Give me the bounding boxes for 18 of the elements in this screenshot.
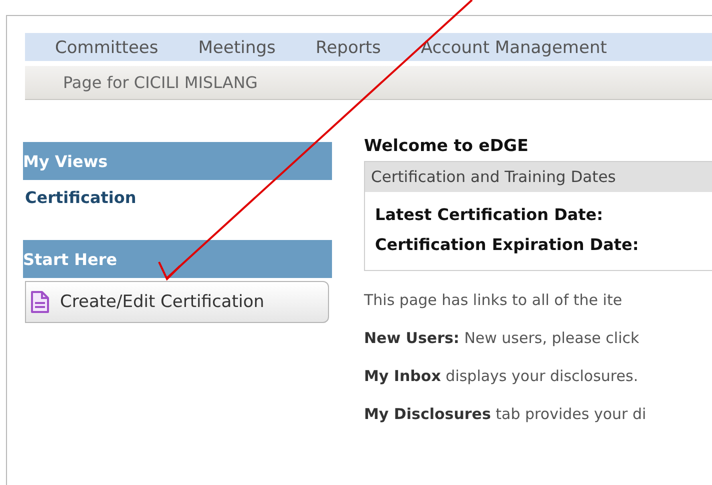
section-title: Start Here <box>23 250 118 268</box>
date-label: Latest Certification Date: <box>375 204 604 226</box>
info-text: New Users: New users, please click <box>364 329 640 347</box>
document-icon <box>30 290 50 314</box>
info-text: My Disclosures tab provides your di <box>364 405 648 423</box>
welcome-heading: Welcome to eDGE <box>364 136 530 155</box>
info-text: This page has links to all of the ite <box>364 291 624 309</box>
date-label: Certification Expiration Date: <box>375 234 640 256</box>
section-title: My Views <box>23 152 108 170</box>
info-text: My Inbox displays your disclosures. <box>364 367 640 385</box>
nav-link[interactable]: Reports <box>316 35 381 61</box>
nav-link[interactable]: Committees <box>55 35 158 61</box>
nav-link[interactable]: Account Management <box>420 35 607 61</box>
sidebar-link[interactable]: Certification <box>25 188 332 207</box>
banner-title: Page for CICILI MISLANG <box>63 73 258 92</box>
panel-title: Certification and Training Dates <box>371 168 616 186</box>
create-edit-button[interactable]: Create/Edit Certification <box>25 281 329 323</box>
nav-link[interactable]: Meetings <box>198 35 276 61</box>
